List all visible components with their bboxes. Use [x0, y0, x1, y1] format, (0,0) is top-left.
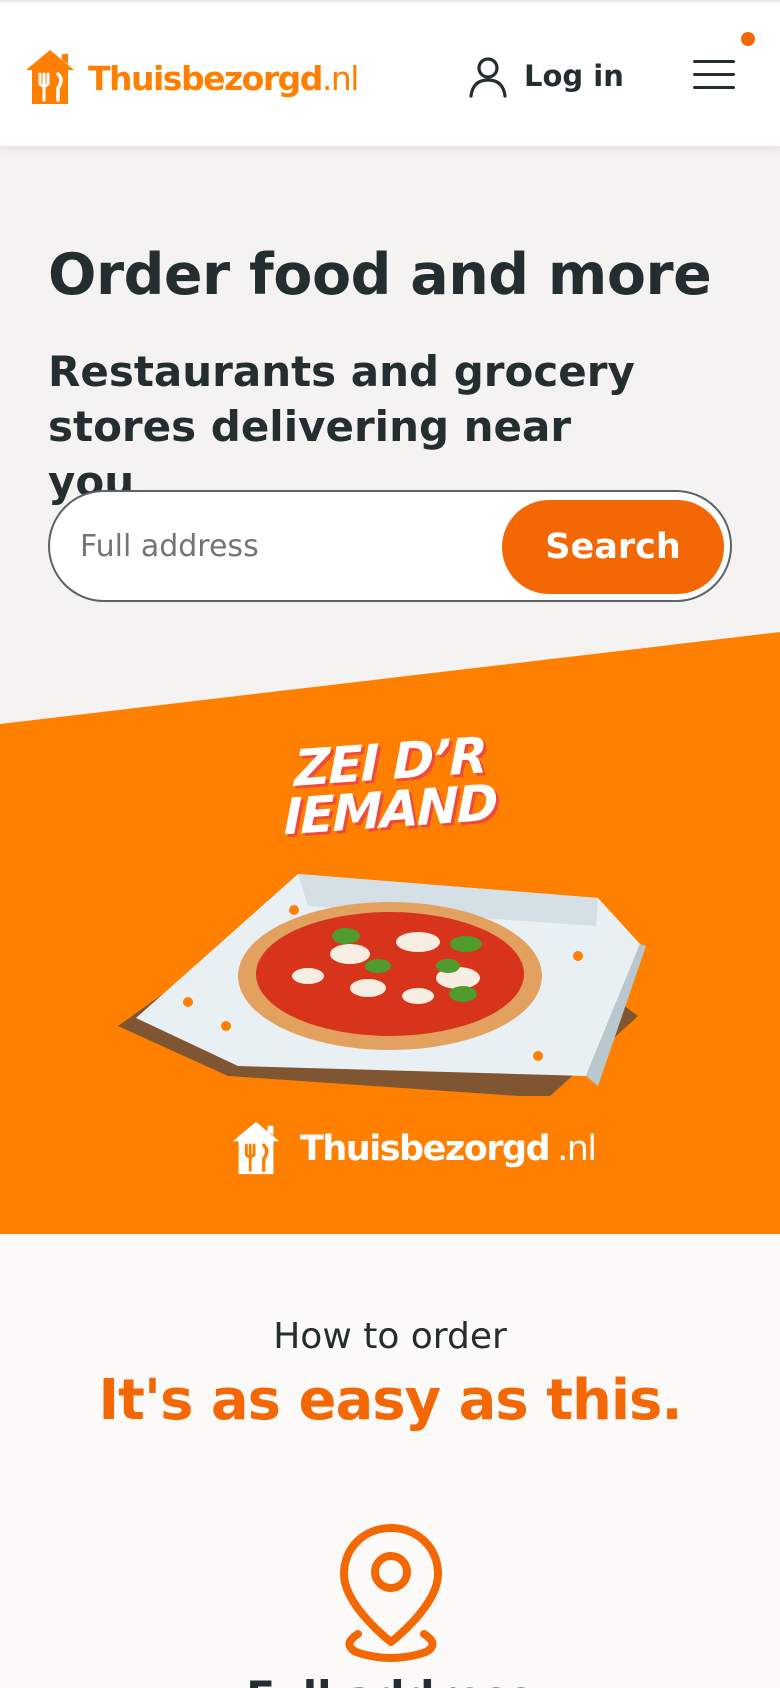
house-fork-knife-icon: [232, 1121, 280, 1175]
address-search-bar: Search: [48, 490, 732, 602]
user-icon: [469, 57, 507, 98]
pizza-box-image: [118, 874, 646, 1096]
hamburger-menu-button[interactable]: [690, 32, 755, 94]
promo-brand-text: Thuisbezorgd .nl: [300, 1129, 597, 1169]
house-fork-knife-icon: [26, 50, 74, 104]
promo-slogan: ZEI D’R IEMAND: [283, 726, 497, 847]
how-to-order-section: How to order It's as easy as this. Full …: [0, 1234, 780, 1688]
search-button[interactable]: Search: [502, 500, 724, 594]
site-header: Thuisbezorgd.nl Log in: [0, 0, 780, 146]
section-title: It's as easy as this.: [98, 1368, 682, 1433]
address-input[interactable]: [80, 520, 500, 572]
notification-dot: [741, 32, 755, 46]
brand-logo-text: Thuisbezorgd.nl: [88, 58, 359, 98]
promo-brand-logo: Thuisbezorgd .nl: [228, 1120, 597, 1178]
section-label: How to order: [273, 1316, 507, 1357]
login-button[interactable]: Log in: [466, 52, 624, 100]
step-title: Full address: [0, 1672, 780, 1688]
page-subtitle: Restaurants and grocery stores deliverin…: [48, 347, 635, 506]
location-pin-icon: [340, 1524, 442, 1662]
hamburger-menu-icon: [693, 60, 735, 63]
login-label: Log in: [524, 59, 624, 93]
brand-logo[interactable]: Thuisbezorgd.nl: [22, 48, 359, 108]
page-title: Order food and more: [48, 242, 712, 308]
